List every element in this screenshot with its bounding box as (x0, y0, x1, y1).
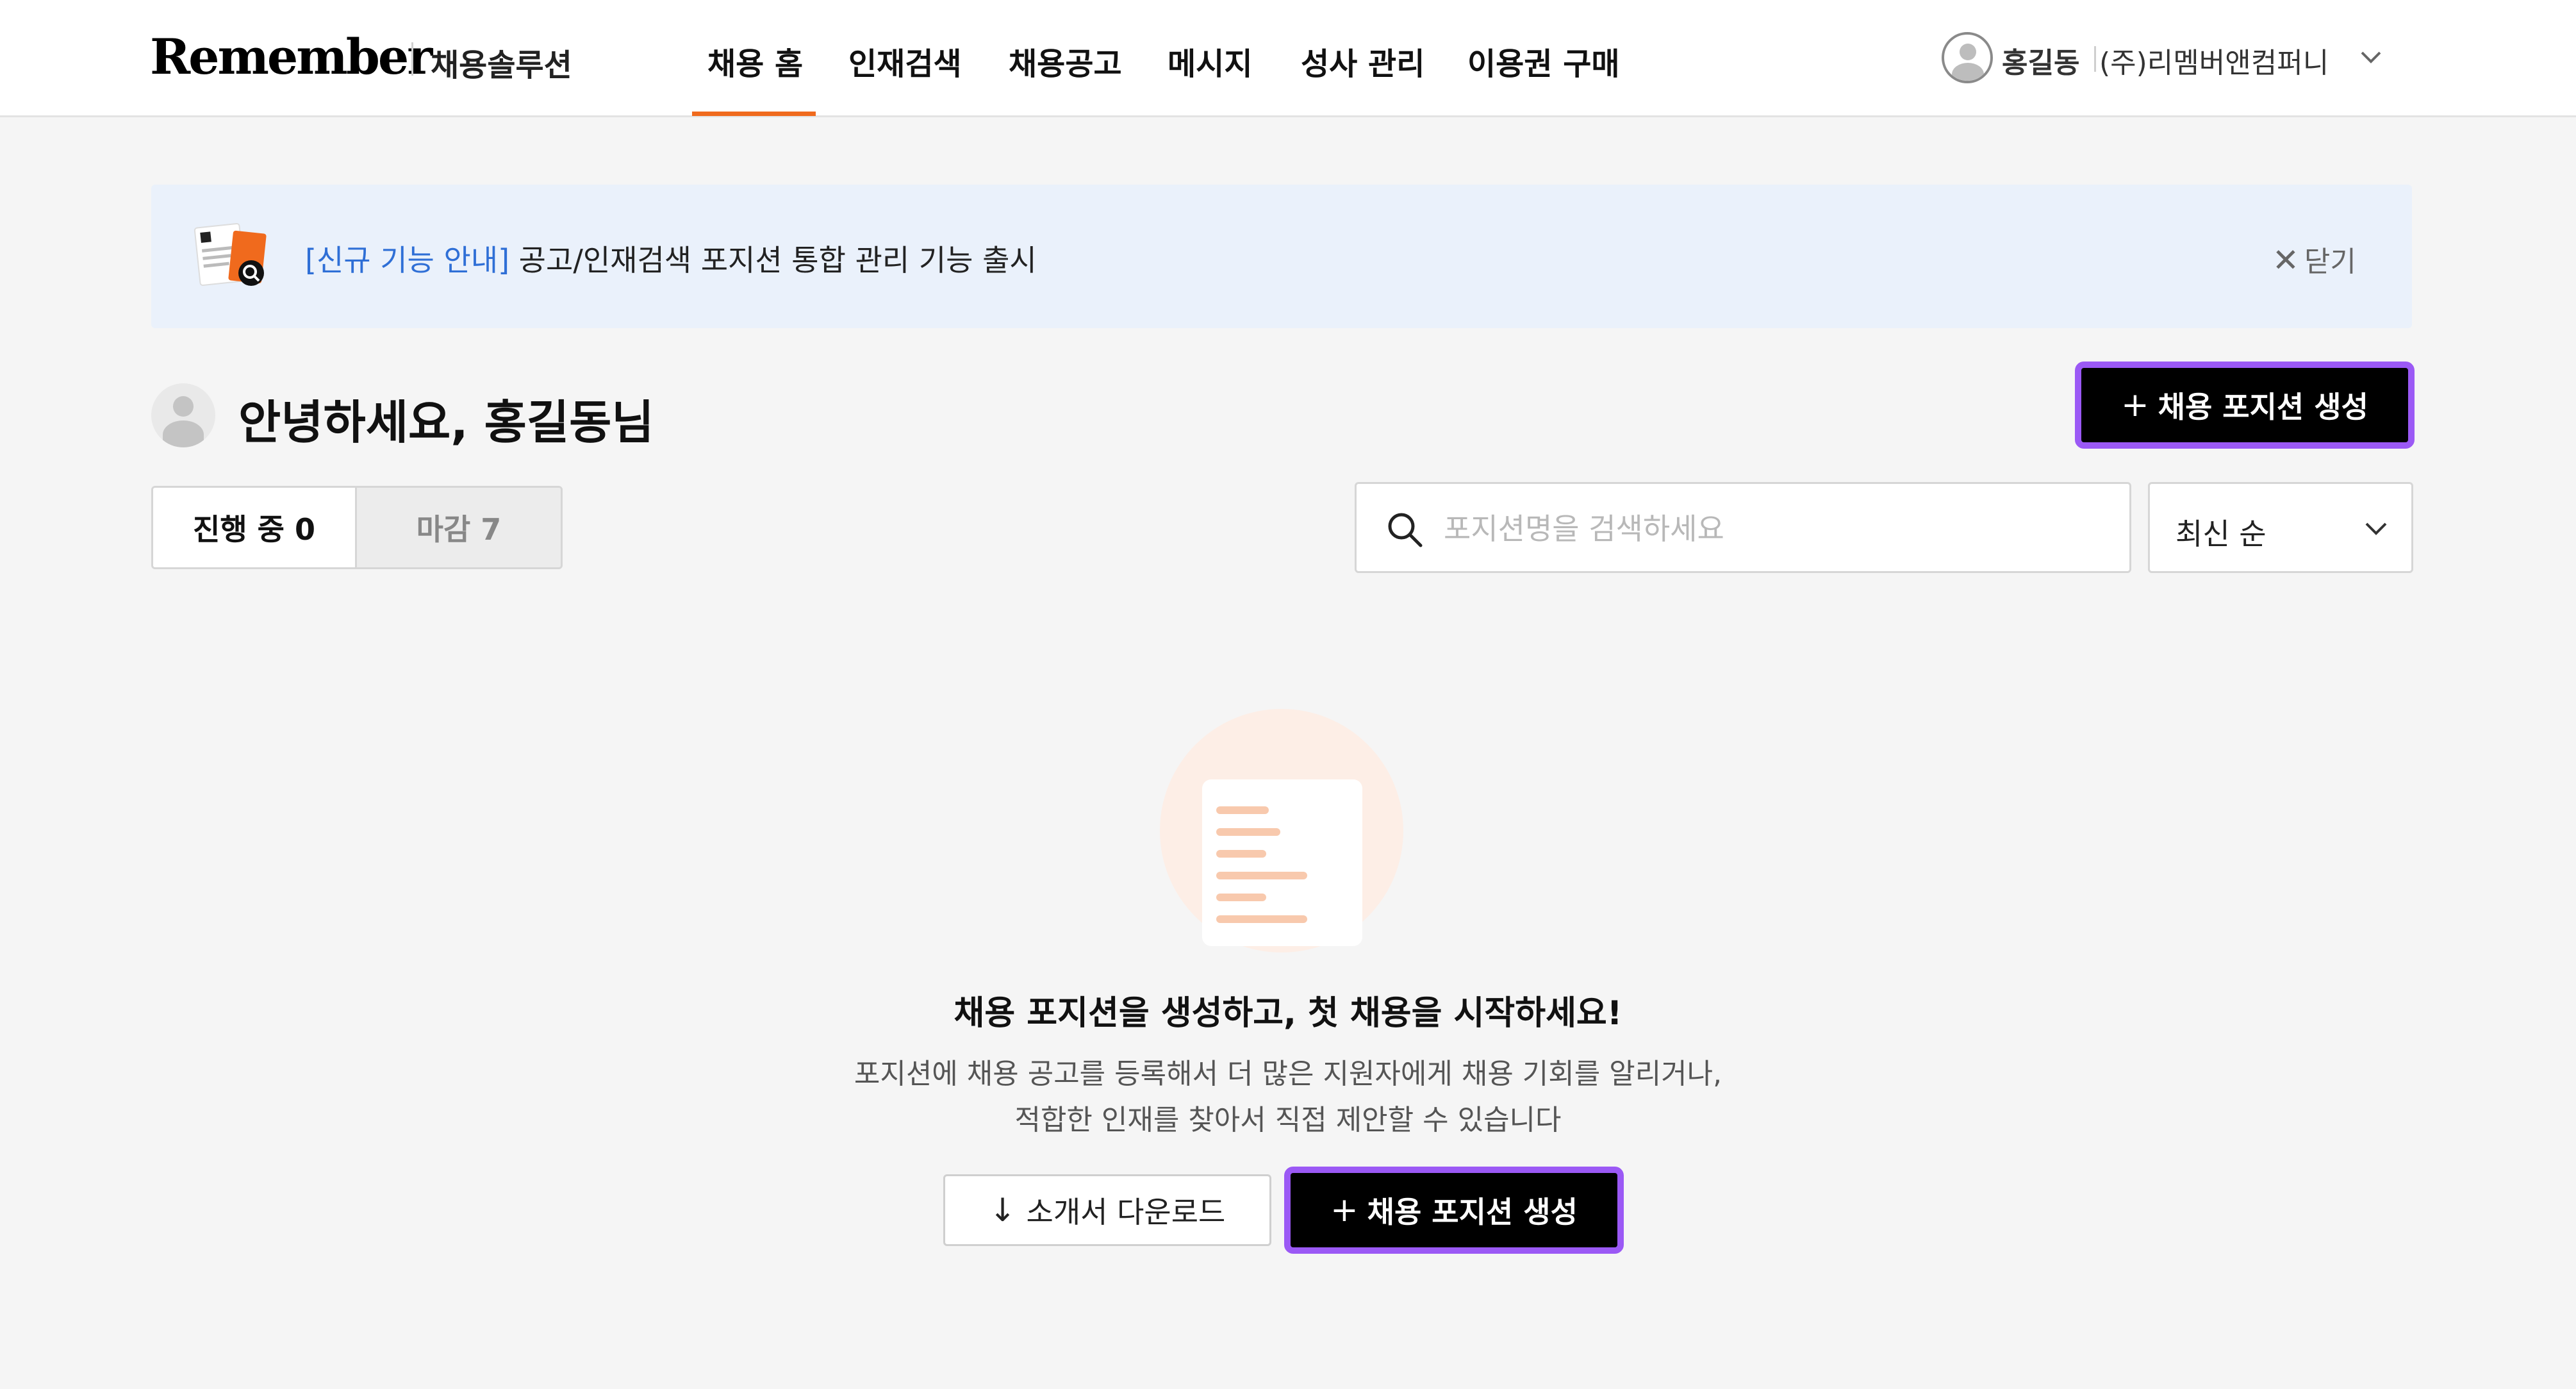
position-status-tabs: 진행 중 0 마감 7 (151, 486, 563, 569)
create-position-button[interactable]: + 채용 포지션 생성 (2075, 362, 2415, 449)
banner-message: [신규 기능 안내] 공고/인재검색 포지션 통합 관리 기능 출시 (305, 237, 1037, 279)
position-search-box (1355, 482, 2131, 573)
document-search-icon (194, 222, 267, 287)
empty-state-desc-line1: 포지션에 채용 공고를 등록해서 더 많은 지원자에게 채용 기회를 알리거나, (854, 1058, 1722, 1090)
banner-body: 공고/인재검색 포지션 통합 관리 기능 출시 (509, 243, 1037, 278)
create-position-empty-label: 채용 포지션 생성 (1367, 1195, 1578, 1229)
banner-close-button[interactable]: ✕ 닫기 (2272, 238, 2356, 279)
search-icon (1388, 513, 1423, 547)
search-input[interactable] (1444, 503, 2110, 554)
company-name[interactable]: (주)리멤버앤컴퍼니 (2099, 40, 2329, 81)
create-position-label: 채용 포지션 생성 (2158, 390, 2368, 424)
create-position-button-empty[interactable]: + 채용 포지션 생성 (1284, 1167, 1624, 1254)
download-label: 소개서 다운로드 (1026, 1195, 1226, 1229)
logo-divider (411, 42, 413, 76)
close-icon[interactable]: ✕ (2272, 242, 2299, 279)
greeting-title: 안녕하세요, 홍길동님 (238, 395, 654, 449)
plus-icon: + (1330, 1191, 1358, 1229)
sort-selected-value[interactable]: 최신 순 (2176, 511, 2266, 553)
nav-purchase-pass[interactable]: 이용권 구매 (1467, 38, 1620, 83)
nav-job-postings[interactable]: 채용공고 (1009, 38, 1122, 83)
user-avatar-icon[interactable] (1942, 32, 1993, 83)
banner-tag[interactable]: [신규 기능 안내] (305, 243, 509, 278)
top-header: Remember 채용솔루션 채용 홈 인재검색 채용공고 메시지 성사 관리 … (0, 0, 2576, 117)
plus-icon: + (2121, 386, 2149, 424)
empty-state-description: 포지션에 채용 공고를 등록해서 더 많은 지원자에게 채용 기회를 알리거나,… (0, 1051, 2576, 1144)
tab-in-progress[interactable]: 진행 중 0 (153, 488, 357, 567)
greeting-avatar-icon (151, 383, 215, 447)
download-brochure-button[interactable]: ↓ 소개서 다운로드 (943, 1174, 1271, 1246)
nav-deal-management[interactable]: 성사 관리 (1301, 38, 1424, 83)
user-name[interactable]: 홍길동 (2002, 40, 2079, 81)
empty-state-desc-line2: 적합한 인재를 찾아서 직접 제안할 수 있습니다 (1014, 1104, 1562, 1136)
logo-subtitle[interactable]: 채용솔루션 (431, 40, 572, 85)
nav-messages[interactable]: 메시지 (1168, 38, 1252, 83)
nav-talent-search[interactable]: 인재검색 (848, 38, 962, 83)
nav-recruit-home[interactable]: 채용 홈 (707, 38, 803, 83)
nav-active-indicator (692, 112, 816, 116)
user-divider (2094, 46, 2096, 72)
download-arrow-icon: ↓ (989, 1192, 1016, 1229)
tab-closed[interactable]: 마감 7 (357, 488, 561, 567)
remember-logo[interactable]: Remember (150, 28, 433, 85)
banner-close-label[interactable]: 닫기 (2304, 245, 2356, 278)
chevron-down-icon[interactable] (2358, 38, 2384, 77)
empty-document-illustration (1160, 709, 1403, 952)
feature-notice-banner: [신규 기능 안내] 공고/인재검색 포지션 통합 관리 기능 출시 ✕ 닫기 (151, 185, 2412, 328)
sort-select[interactable]: 최신 순 (2148, 482, 2413, 573)
chevron-down-icon[interactable] (2361, 512, 2391, 545)
empty-state-title: 채용 포지션을 생성하고, 첫 채용을 시작하세요! (954, 994, 1622, 1033)
